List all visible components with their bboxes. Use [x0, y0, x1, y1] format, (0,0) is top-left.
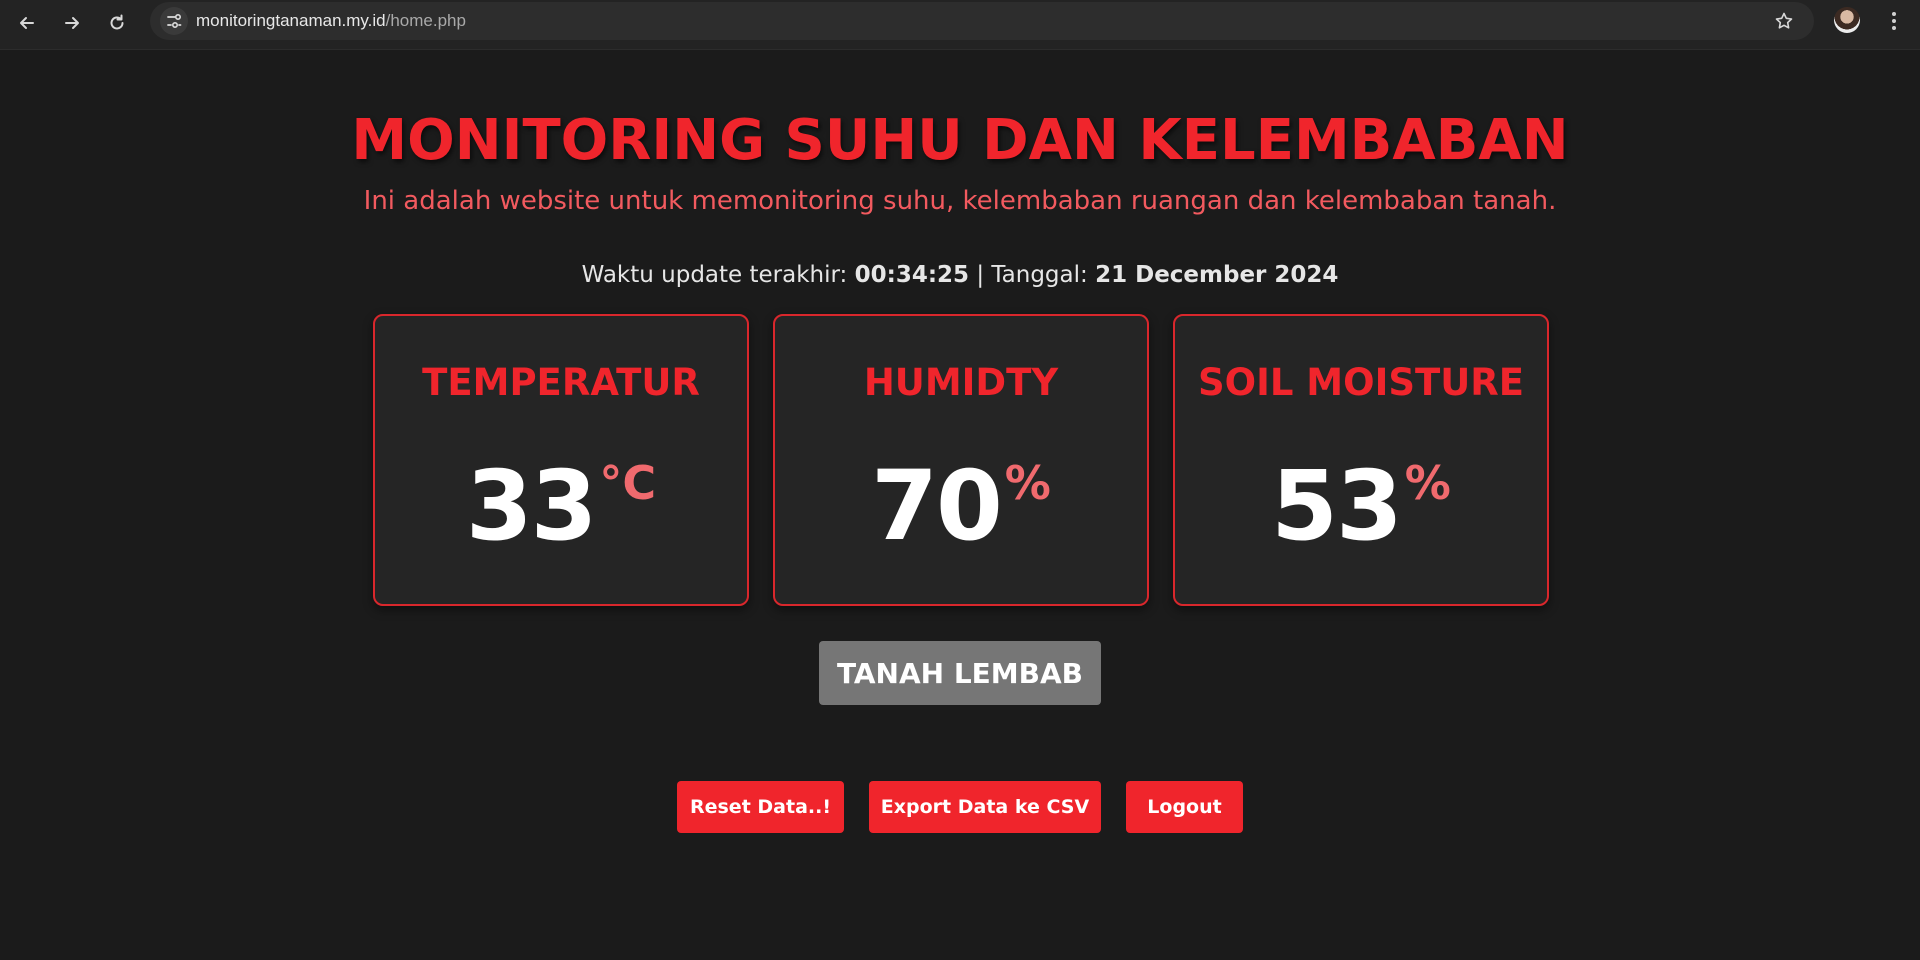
address-bar[interactable]: monitoringtanaman.my.id/home.php: [150, 2, 1814, 40]
update-time: 00:34:25: [854, 262, 970, 288]
url-path: /home.php: [385, 11, 466, 30]
date-label: Tanggal:: [991, 262, 1088, 288]
soil-status-button[interactable]: TANAH LEMBAB: [819, 641, 1101, 705]
forward-button[interactable]: [55, 6, 89, 40]
arrow-left-icon: [20, 17, 34, 29]
browser-menu-button[interactable]: [1882, 6, 1906, 36]
soil-moisture-unit: %: [1404, 456, 1451, 510]
menu-dot-icon: [1892, 19, 1896, 23]
humidity-card: HUMIDTY 70%: [773, 314, 1149, 606]
tune-icon: [167, 13, 182, 29]
star-icon: [1775, 12, 1793, 29]
humidity-unit: %: [1004, 456, 1051, 510]
back-button[interactable]: [10, 6, 44, 40]
browser-toolbar: monitoringtanaman.my.id/home.php: [0, 0, 1920, 50]
temperature-card: TEMPERATUR 33°C: [373, 314, 749, 606]
page-title: MONITORING SUHU DAN KELEMBABAN: [351, 108, 1569, 173]
card-reading: 53%: [1175, 450, 1547, 562]
reload-button[interactable]: [100, 6, 134, 40]
soil-moisture-card: SOIL MOISTURE 53%: [1173, 314, 1549, 606]
url-text: monitoringtanaman.my.id/home.php: [196, 11, 466, 31]
site-info-button[interactable]: [160, 7, 188, 35]
card-title: SOIL MOISTURE: [1197, 361, 1525, 404]
menu-dot-icon: [1892, 26, 1896, 30]
date-value: 21 December 2024: [1095, 262, 1339, 288]
temperature-value: 33: [465, 450, 598, 562]
card-reading: 70%: [775, 450, 1147, 562]
bookmark-button[interactable]: [1772, 9, 1796, 33]
update-label: Waktu update terakhir:: [581, 262, 848, 288]
sensor-cards: TEMPERATUR 33°C HUMIDTY 70% SOIL MOISTUR…: [373, 314, 1549, 606]
last-update-line: Waktu update terakhir: 00:34:25 | Tangga…: [0, 259, 1920, 291]
card-title: HUMIDTY: [863, 361, 1059, 404]
reload-icon: [110, 14, 124, 30]
reset-data-button[interactable]: Reset Data..!: [677, 781, 844, 833]
card-title: TEMPERATUR: [422, 361, 700, 404]
logout-button[interactable]: Logout: [1126, 781, 1243, 833]
card-reading: 33°C: [375, 450, 747, 562]
soil-moisture-value: 53: [1271, 450, 1403, 562]
menu-dot-icon: [1892, 12, 1896, 16]
separator: |: [976, 262, 985, 288]
humidity-value: 70: [871, 450, 1003, 562]
arrow-right-icon: [65, 17, 79, 29]
export-csv-button[interactable]: Export Data ke CSV: [869, 781, 1101, 833]
page-subtitle: Ini adalah website untuk memonitoring su…: [363, 186, 1557, 216]
profile-avatar[interactable]: [1834, 7, 1860, 33]
temperature-unit: °C: [599, 456, 657, 510]
url-host: monitoringtanaman.my.id: [196, 11, 386, 30]
